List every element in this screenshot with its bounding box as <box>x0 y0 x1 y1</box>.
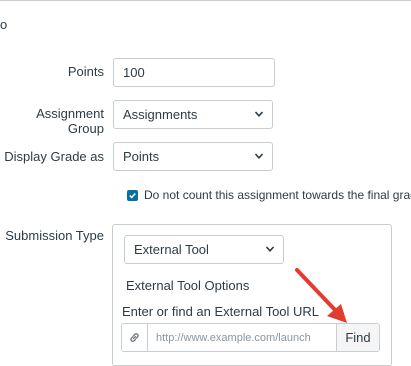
final-grade-checkbox[interactable] <box>127 190 138 201</box>
chevron-down-icon <box>254 152 264 159</box>
chevron-down-icon <box>254 110 264 117</box>
assignment-group-select[interactable]: Assignments <box>113 100 273 129</box>
assignment-group-selected: Assignments <box>123 107 198 122</box>
external-tool-options-heading: External Tool Options <box>126 278 250 293</box>
submission-type-selected: External Tool <box>134 242 209 257</box>
chevron-down-icon <box>265 245 275 252</box>
find-button[interactable]: Find <box>336 324 379 351</box>
submission-type-label: Submission Type <box>5 228 104 243</box>
display-grade-label: Display Grade as <box>4 149 104 164</box>
external-tool-url-input[interactable] <box>148 324 336 351</box>
points-input[interactable] <box>113 58 275 87</box>
final-grade-checkbox-label: Do not count this assignment towards the… <box>144 188 411 202</box>
display-grade-selected: Points <box>123 149 160 164</box>
external-tool-url-group: Find <box>121 323 380 352</box>
link-icon <box>122 324 148 351</box>
external-tool-url-heading: Enter or find an External Tool URL <box>122 304 320 319</box>
points-label: Points <box>67 64 104 79</box>
top-divider <box>0 0 411 1</box>
clipped-header-text: o <box>0 17 8 32</box>
display-grade-select[interactable]: Points <box>113 142 273 171</box>
checkmark-icon <box>129 192 136 199</box>
assignment-group-label: Assignment Group <box>36 106 104 136</box>
submission-type-select[interactable]: External Tool <box>124 235 284 264</box>
